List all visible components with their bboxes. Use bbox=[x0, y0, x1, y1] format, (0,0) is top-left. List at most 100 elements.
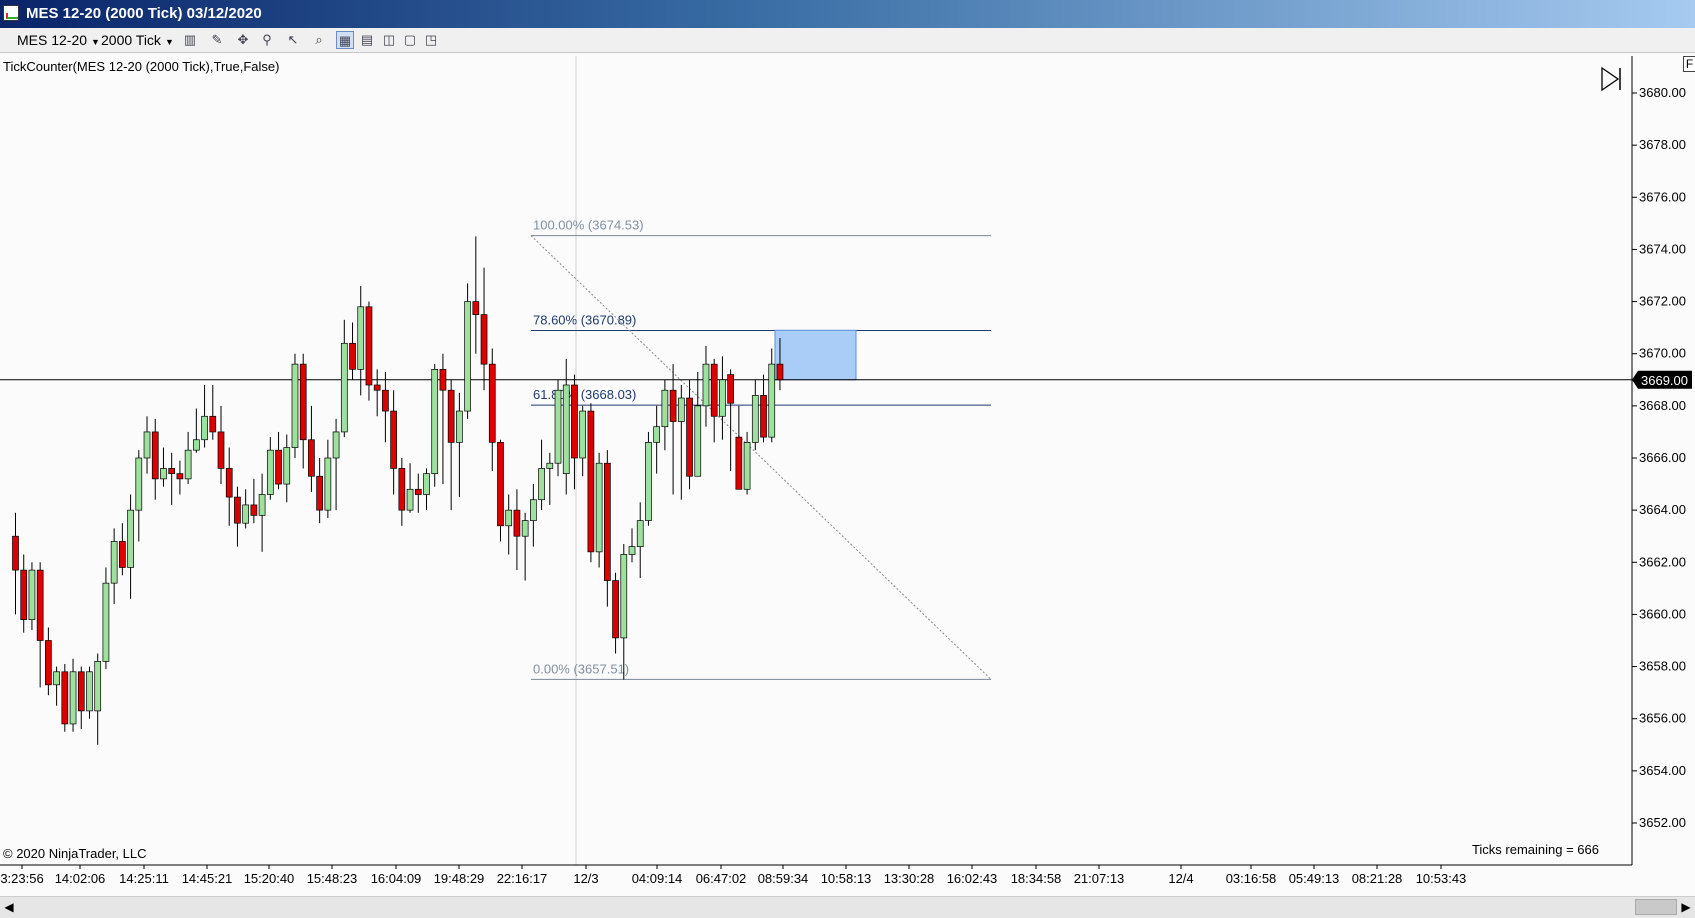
candle-down bbox=[209, 415, 217, 433]
candle-up bbox=[546, 462, 554, 469]
rectangle-drawing bbox=[774, 329, 857, 381]
candle-down bbox=[36, 569, 44, 641]
price-axis-label: 3676.00 bbox=[1639, 189, 1686, 204]
candle-down bbox=[349, 342, 356, 370]
candle-up bbox=[324, 457, 332, 511]
candle-down bbox=[250, 504, 258, 516]
price-chart[interactable]: 100.00% (3674.53) 78.60% (3670.89) 61.80% … bbox=[0, 0, 1695, 917]
candle-down bbox=[77, 671, 85, 712]
side-panel-toggle[interactable]: F bbox=[1683, 56, 1695, 72]
candle-down bbox=[776, 363, 784, 381]
candle-up bbox=[192, 439, 200, 451]
scroll-to-end-icon[interactable] bbox=[1601, 66, 1621, 92]
scroll-right-icon[interactable]: ▶ bbox=[1679, 900, 1693, 914]
candle-down bbox=[12, 535, 19, 571]
price-axis-label: 3656.00 bbox=[1639, 711, 1686, 726]
candle-down bbox=[119, 541, 126, 568]
price-axis-label: 3652.00 bbox=[1639, 815, 1686, 830]
candle-up bbox=[135, 457, 143, 511]
candle-down bbox=[472, 301, 480, 315]
candle-up bbox=[702, 363, 710, 407]
candle-down bbox=[612, 580, 619, 639]
candle-down bbox=[275, 449, 282, 485]
candle-up bbox=[28, 569, 36, 620]
candle-down bbox=[398, 468, 406, 511]
candle-down bbox=[497, 442, 504, 527]
scroll-left-icon[interactable]: ◀ bbox=[2, 900, 16, 914]
price-axis-label: 3662.00 bbox=[1639, 554, 1686, 569]
time-axis-label: 22:16:17 bbox=[497, 871, 548, 886]
candle-up bbox=[620, 554, 628, 639]
candle-up bbox=[521, 520, 529, 537]
candle-down bbox=[390, 410, 397, 469]
time-axis-label: 12/3 bbox=[573, 871, 598, 886]
time-axis-label: 06:47:02 bbox=[696, 871, 747, 886]
candle-down bbox=[480, 314, 488, 365]
candle-up bbox=[645, 442, 652, 521]
candle-down bbox=[365, 306, 373, 386]
scrollbar-thumb[interactable] bbox=[1635, 899, 1677, 915]
candle-up bbox=[53, 671, 60, 686]
price-axis-label: 3680.00 bbox=[1639, 85, 1686, 100]
time-axis-label: 16:04:09 bbox=[371, 871, 422, 886]
time-axis-label: 16:02:43 bbox=[947, 871, 998, 886]
candle-down bbox=[603, 462, 611, 581]
candle-up bbox=[184, 449, 192, 480]
candle-down bbox=[488, 363, 496, 443]
candle-up bbox=[505, 509, 513, 527]
candle-up bbox=[562, 384, 570, 474]
time-axis-label: 19:48:29 bbox=[434, 871, 485, 886]
candle-up bbox=[751, 395, 759, 443]
candle-up bbox=[595, 462, 603, 553]
price-axis-label: 3672.00 bbox=[1639, 294, 1686, 309]
candle-down bbox=[727, 374, 734, 404]
candle-down bbox=[234, 496, 241, 524]
candle-up bbox=[340, 342, 348, 433]
indicator-label: TickCounter(MES 12-20 (2000 Tick),True,F… bbox=[3, 59, 280, 74]
candle-down bbox=[308, 439, 315, 477]
price-axis-label: 3664.00 bbox=[1639, 502, 1686, 517]
candle-up bbox=[538, 468, 545, 501]
price-axis-label: 3666.00 bbox=[1639, 450, 1686, 465]
candle-down bbox=[176, 473, 184, 480]
candle-up bbox=[110, 541, 118, 584]
candle-down bbox=[439, 369, 447, 391]
candle-down bbox=[710, 363, 718, 417]
price-axis-label: 3678.00 bbox=[1639, 137, 1686, 152]
price-axis-label: 3668.00 bbox=[1639, 398, 1686, 413]
candle-up bbox=[628, 546, 636, 555]
candle-up bbox=[743, 442, 751, 490]
horizontal-scrollbar[interactable]: ◀ ▶ bbox=[0, 896, 1695, 918]
current-price-label: 3669.00 bbox=[1641, 373, 1688, 388]
time-axis-label: 15:48:23 bbox=[307, 871, 358, 886]
candle-up bbox=[768, 363, 776, 438]
candle-down bbox=[447, 389, 455, 443]
price-axis-label: 3654.00 bbox=[1639, 763, 1686, 778]
candle-down bbox=[669, 389, 677, 422]
candle-down bbox=[217, 431, 225, 469]
price-axis-label: 3660.00 bbox=[1639, 606, 1686, 621]
candle-down bbox=[45, 640, 52, 686]
candle-down bbox=[571, 384, 578, 459]
candle-up bbox=[102, 582, 110, 662]
time-axis-label: 08:59:34 bbox=[758, 871, 809, 886]
time-axis-label: 13:30:28 bbox=[884, 871, 935, 886]
candle-down bbox=[20, 569, 28, 620]
time-axis-label: 21:07:13 bbox=[1074, 871, 1125, 886]
candle-up bbox=[677, 397, 685, 422]
candle-up bbox=[143, 431, 151, 459]
candle-down bbox=[735, 436, 743, 490]
candle-up bbox=[160, 468, 167, 480]
candle-up bbox=[406, 488, 414, 511]
candle-down bbox=[61, 671, 69, 725]
price-axis-label: 3670.00 bbox=[1639, 346, 1686, 361]
candle-up bbox=[694, 405, 702, 477]
time-axis-label: 14:25:11 bbox=[119, 871, 169, 886]
candle-down bbox=[414, 488, 422, 495]
time-axis-label: 14:45:21 bbox=[182, 871, 233, 886]
candle-up bbox=[242, 504, 250, 524]
candle-up bbox=[423, 473, 430, 495]
time-axis-label: 03:16:58 bbox=[1226, 871, 1277, 886]
candle-down bbox=[151, 431, 159, 480]
candle-up bbox=[357, 306, 365, 370]
